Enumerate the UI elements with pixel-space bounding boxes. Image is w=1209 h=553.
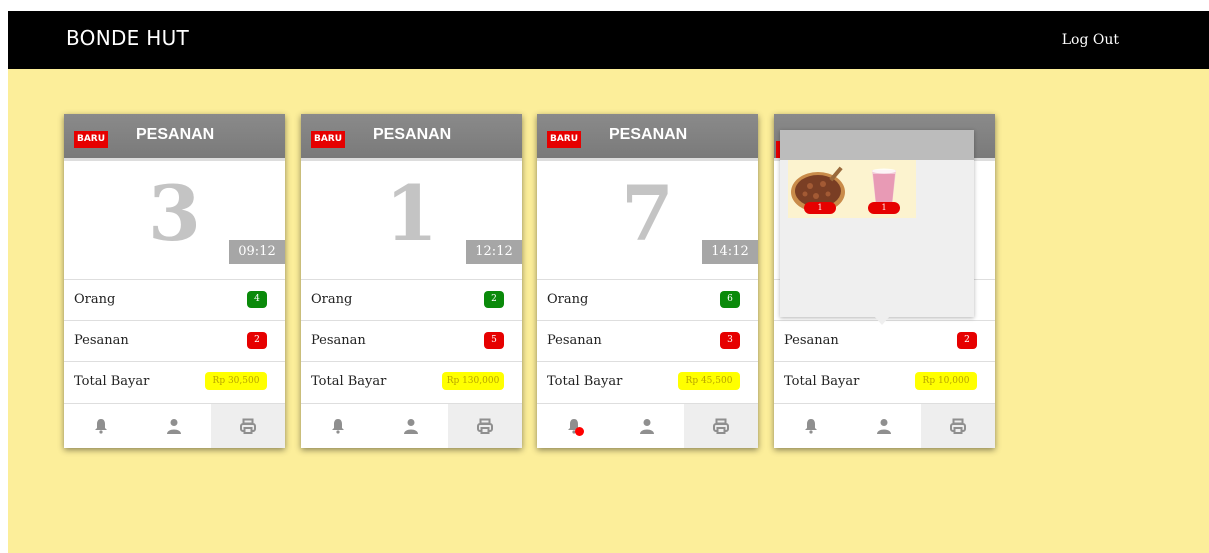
card-actions	[301, 403, 522, 448]
orders-count: 2	[957, 332, 977, 349]
alert-dot	[575, 427, 584, 436]
popup-pointer	[874, 316, 890, 325]
customer-button[interactable]	[847, 404, 920, 448]
people-row: Orang 2	[301, 279, 522, 320]
card-title: PESANAN	[373, 126, 452, 143]
total-row: Total Bayar Rp 130,000	[301, 361, 522, 402]
people-count: 6	[720, 291, 740, 308]
card-title: PESANAN	[136, 126, 215, 143]
orders-label: Pesanan	[547, 333, 602, 348]
total-amount: Rp 130,000	[442, 372, 504, 390]
user-icon	[876, 419, 891, 434]
print-button[interactable]	[921, 404, 995, 448]
people-label: Orang	[74, 292, 116, 307]
order-item-pizza[interactable]: 1	[788, 160, 852, 218]
total-amount: Rp 45,500	[678, 372, 740, 390]
total-label: Total Bayar	[74, 374, 150, 389]
printer-icon	[713, 418, 729, 434]
header-divider	[64, 158, 285, 161]
print-button[interactable]	[211, 404, 285, 448]
item-quantity: 1	[804, 202, 836, 214]
order-item-drink[interactable]: 1	[852, 160, 916, 218]
order-time: 14:12	[702, 240, 758, 264]
order-time: 12:12	[466, 240, 522, 264]
header-divider	[537, 158, 758, 161]
orders-count: 5	[484, 332, 504, 349]
people-count: 4	[247, 291, 267, 308]
bell-icon	[94, 419, 107, 434]
popup-header	[780, 130, 974, 160]
total-row: Total Bayar Rp 10,000	[774, 361, 995, 402]
order-items-popup: 1 1	[780, 130, 974, 317]
orders-label: Pesanan	[311, 333, 366, 348]
customer-button[interactable]	[137, 404, 210, 448]
card-title: PESANAN	[609, 126, 688, 143]
user-icon	[403, 419, 418, 434]
header-divider	[301, 158, 522, 161]
print-button[interactable]	[684, 404, 758, 448]
people-label: Orang	[547, 292, 589, 307]
people-row: Orang 4	[64, 279, 285, 320]
orders-count: 2	[247, 332, 267, 349]
orders-label: Pesanan	[784, 333, 839, 348]
total-label: Total Bayar	[547, 374, 623, 389]
orders-row: Pesanan 2	[64, 320, 285, 361]
total-row: Total Bayar Rp 30,500	[64, 361, 285, 402]
orders-row: Pesanan 3	[537, 320, 758, 361]
print-button[interactable]	[448, 404, 522, 448]
customer-button[interactable]	[374, 404, 447, 448]
bell-icon	[331, 419, 344, 434]
total-row: Total Bayar Rp 45,500	[537, 361, 758, 402]
printer-icon	[477, 418, 493, 434]
orders-label: Pesanan	[74, 333, 129, 348]
user-icon	[166, 419, 181, 434]
people-row: Orang 6	[537, 279, 758, 320]
new-badge: BARU	[547, 131, 581, 148]
card-header: BARU PESANAN	[301, 114, 522, 158]
total-label: Total Bayar	[311, 374, 387, 389]
new-badge: BARU	[74, 131, 108, 148]
orders-count: 3	[720, 332, 740, 349]
notify-button[interactable]	[537, 404, 610, 448]
notify-button[interactable]	[64, 404, 137, 448]
top-navbar: BONDE HUT Log Out	[8, 11, 1209, 69]
total-label: Total Bayar	[784, 374, 860, 389]
logout-link[interactable]: Log Out	[1062, 32, 1119, 48]
notify-button[interactable]	[301, 404, 374, 448]
card-header: BARU PESANAN	[537, 114, 758, 158]
people-count: 2	[484, 291, 504, 308]
card-actions	[774, 403, 995, 448]
card-actions	[537, 403, 758, 448]
user-icon	[639, 419, 654, 434]
order-card-1[interactable]: BARU PESANAN 3 09:12 Orang 4 Pesanan 2 T…	[64, 114, 285, 448]
order-card-2[interactable]: BARU PESANAN 1 12:12 Orang 2 Pesanan 5 T…	[301, 114, 522, 448]
order-time: 09:12	[229, 240, 285, 264]
brand-title: BONDE HUT	[66, 26, 190, 50]
people-label: Orang	[311, 292, 353, 307]
orders-row: Pesanan 2	[774, 320, 995, 361]
bell-icon	[804, 419, 817, 434]
total-amount: Rp 30,500	[205, 372, 267, 390]
card-header: BARU PESANAN	[64, 114, 285, 158]
notify-button[interactable]	[774, 404, 847, 448]
total-amount: Rp 10,000	[915, 372, 977, 390]
customer-button[interactable]	[610, 404, 683, 448]
new-badge: BARU	[311, 131, 345, 148]
order-card-3[interactable]: BARU PESANAN 7 14:12 Orang 6 Pesanan 3 T…	[537, 114, 758, 448]
printer-icon	[950, 418, 966, 434]
printer-icon	[240, 418, 256, 434]
item-quantity: 1	[868, 202, 900, 214]
orders-row: Pesanan 5	[301, 320, 522, 361]
card-actions	[64, 403, 285, 448]
